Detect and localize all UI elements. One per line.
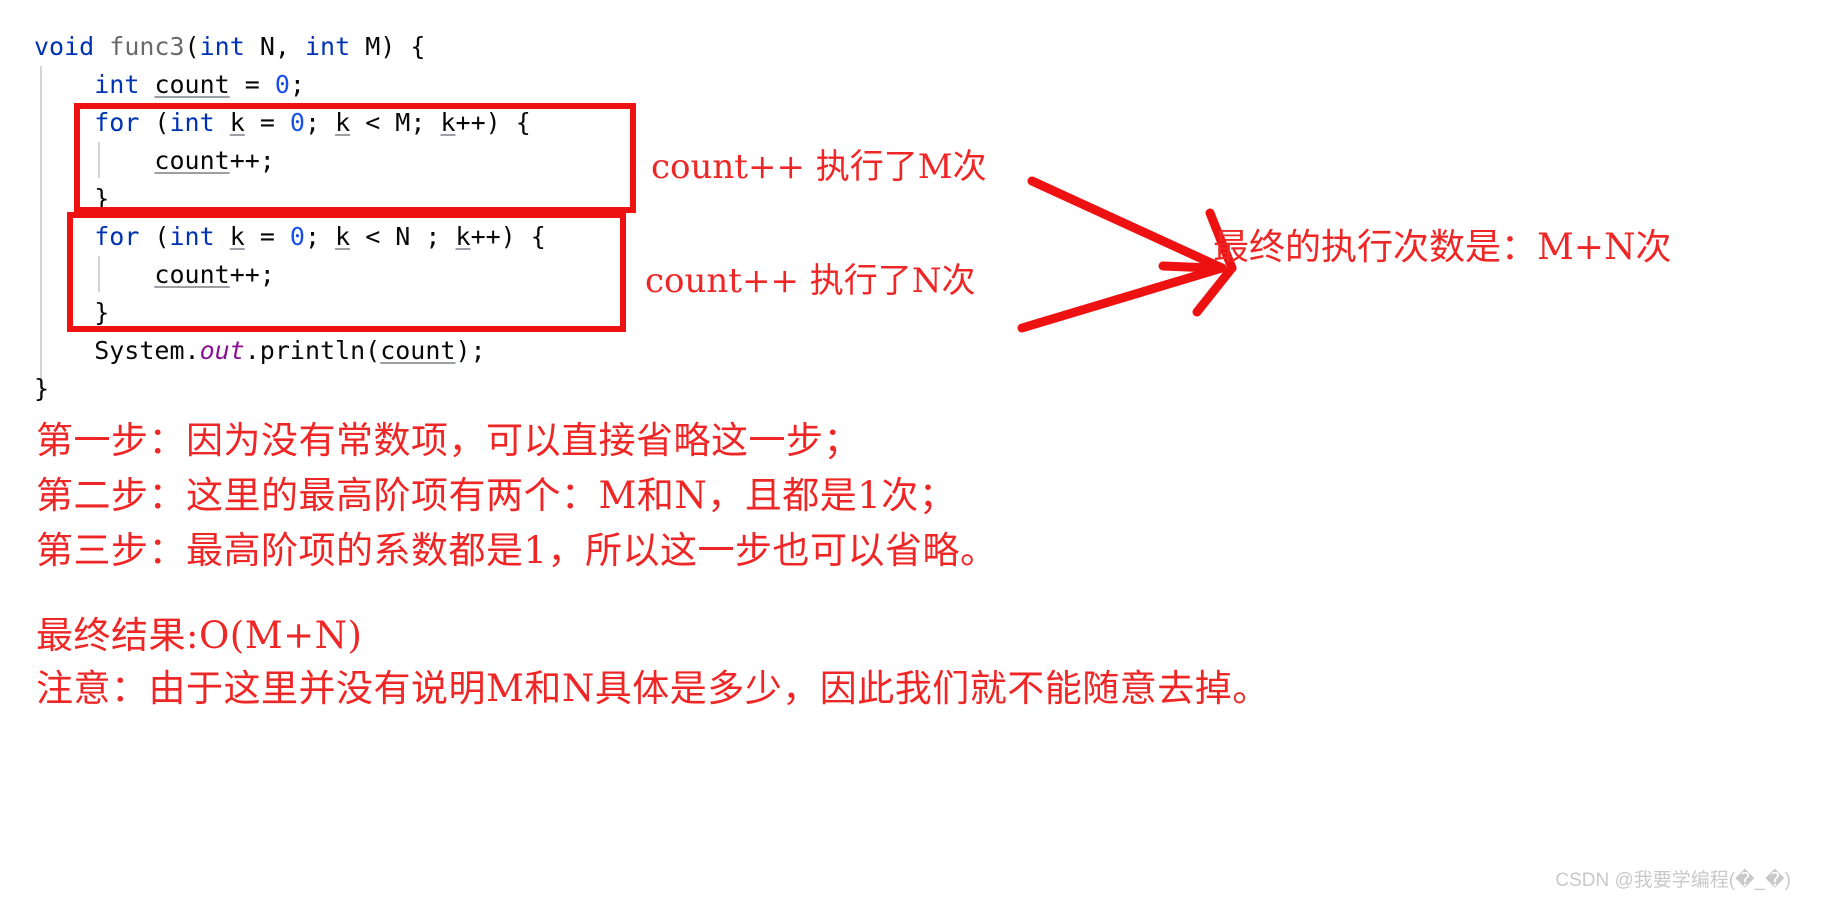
code-token: int (94, 70, 140, 99)
code-token: M) { (350, 32, 426, 61)
code-token: ; (289, 70, 305, 99)
code-token: ); (455, 336, 486, 365)
code-line: System.out.println(count); (34, 332, 546, 370)
code-token: func3 (109, 32, 185, 61)
code-token: N, (244, 32, 305, 61)
arrow-stub (1158, 261, 1217, 273)
highlight-box-loop-n (67, 212, 626, 332)
final-result-text: 最终结果:O(M+N) (36, 614, 363, 657)
code-token: ( (184, 32, 200, 61)
code-token: } (34, 374, 50, 403)
code-token: 0 (274, 70, 290, 99)
code-token: = (229, 70, 275, 99)
step-two-text: 第二步：这里的最高阶项有两个：M和N，且都是1次； (36, 474, 957, 517)
code-token: void (34, 32, 95, 61)
code-token: int (199, 32, 245, 61)
note-text: 注意：由于这里并没有说明M和N具体是多少，因此我们就不能随意去掉。 (36, 667, 1270, 710)
arrow-line-from-n (1017, 263, 1227, 333)
code-token: out (199, 336, 245, 365)
code-token: count (154, 70, 230, 99)
step-three-text: 第三步：最高阶项的系数都是1，所以这一步也可以省略。 (36, 529, 998, 572)
code-line: void func3(int N, int M) { (34, 28, 546, 66)
code-token: count (380, 336, 456, 365)
annotation-total: 最终的执行次数是：M+N次 (1213, 227, 1672, 268)
code-token: int (304, 32, 351, 61)
step-one-text: 第一步：因为没有常数项，可以直接省略这一步； (36, 419, 861, 462)
code-token: System. (34, 336, 200, 365)
code-line: } (34, 370, 546, 408)
annotation-loop-m: count++ 执行了M次 (651, 147, 987, 187)
annotation-loop-n: count++ 执行了N次 (645, 261, 976, 301)
arrowhead-lower (1192, 263, 1237, 317)
highlight-box-loop-m (74, 103, 636, 213)
csdn-watermark: CSDN @我要学编程(�_�) (1555, 870, 1791, 891)
code-line: int count = 0; (34, 66, 546, 104)
arrow-line-from-m (1027, 176, 1227, 273)
code-token: .println( (244, 336, 381, 365)
